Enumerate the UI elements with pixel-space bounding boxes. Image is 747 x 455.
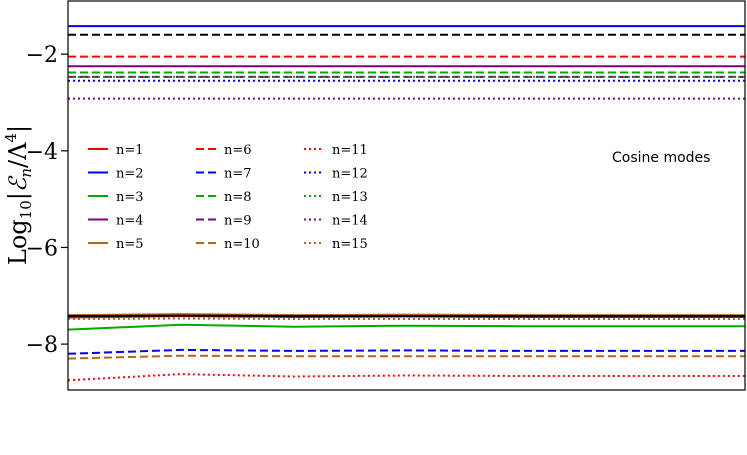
series-line-n-10 <box>67 354 745 360</box>
legend-label: n=6 <box>224 143 252 158</box>
legend-label: n=5 <box>116 237 144 252</box>
legend-label: n=9 <box>224 214 252 229</box>
legend-label: n=4 <box>116 214 144 229</box>
series-line-n-7 <box>67 348 745 355</box>
legend: n=1 n=2 n=3 n=4 n=5 n=6 n=7 n=8 n=9 n=10 n=11 n=12 n… <box>88 143 368 252</box>
legend-label: n=11 <box>332 143 368 158</box>
y-tick-label: −8 <box>26 333 58 358</box>
legend-label: n=8 <box>224 190 252 205</box>
plot-lines <box>67 25 745 382</box>
legend-label: n=15 <box>332 237 368 252</box>
series-line-reference <box>67 314 745 318</box>
y-tick-label: −2 <box>26 43 58 68</box>
legend-label: n=7 <box>224 167 252 182</box>
plot-frame <box>67 0 746 391</box>
series-line-n-3 <box>67 323 745 331</box>
annotation-cosine-modes: Cosine modes <box>612 150 710 166</box>
y-axis-label: Log10|ℰn/Λ4| <box>2 125 35 265</box>
series-line-n-15 <box>67 317 745 320</box>
legend-label: n=14 <box>332 214 368 229</box>
legend-label: n=2 <box>116 167 144 182</box>
legend-label: n=3 <box>116 190 144 205</box>
series-line-n-11 <box>67 373 745 382</box>
legend-label: n=13 <box>332 190 368 205</box>
legend-label: n=10 <box>224 237 260 252</box>
legend-label: n=12 <box>332 167 368 182</box>
legend-label: n=1 <box>116 143 144 158</box>
chart: −2−4−6−8 Log10|ℰn/Λ4| n=1n=2n=3n=4n=5n=6… <box>2 0 746 391</box>
